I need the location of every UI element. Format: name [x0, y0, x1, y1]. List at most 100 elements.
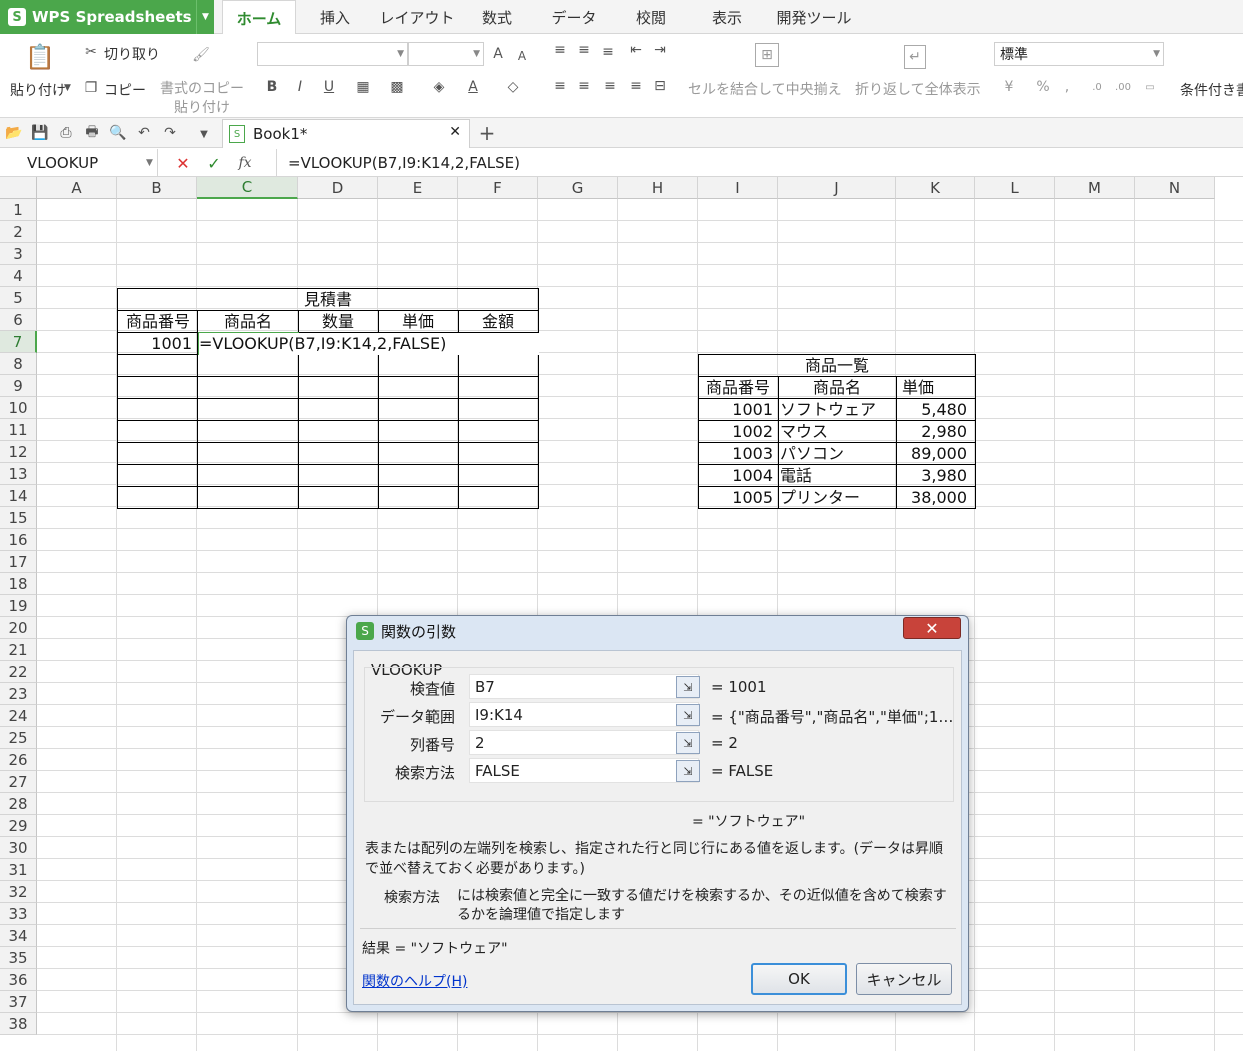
row-header-28[interactable]: 28: [0, 793, 37, 815]
row-header-38[interactable]: 38: [0, 1013, 37, 1035]
row-header-30[interactable]: 30: [0, 837, 37, 859]
column-header-a[interactable]: A: [37, 177, 117, 199]
column-header-e[interactable]: E: [378, 177, 458, 199]
font-color-icon[interactable]: A: [464, 77, 482, 97]
row-header-34[interactable]: 34: [0, 925, 37, 947]
tab-developer[interactable]: 開発ツール: [770, 0, 858, 34]
decrease-font-icon[interactable]: A: [514, 46, 530, 66]
export-pdf-icon[interactable]: ⎙: [58, 125, 74, 141]
catalog-cell-id[interactable]: 1004: [699, 465, 773, 487]
app-menu-button[interactable]: S WPS Spreadsheets ▼: [0, 0, 214, 34]
row-header-3[interactable]: 3: [0, 243, 37, 265]
row-header-5[interactable]: 5: [0, 287, 37, 309]
tab-layout[interactable]: レイアウト: [375, 0, 459, 34]
tab-formulas[interactable]: 数式: [470, 0, 524, 34]
indent-increase-icon[interactable]: ⇥: [652, 42, 668, 58]
percent-icon[interactable]: %: [1034, 78, 1052, 96]
currency-icon[interactable]: ¥: [1000, 78, 1018, 96]
catalog-cell-price[interactable]: 38,000: [897, 487, 967, 509]
dialog-titlebar[interactable]: S 関数の引数: [347, 616, 968, 646]
chevron-down-icon[interactable]: ▼: [146, 158, 153, 168]
open-icon[interactable]: 📂: [5, 125, 22, 141]
quote-header-name[interactable]: 商品名: [198, 311, 298, 333]
italic-icon[interactable]: I: [291, 77, 309, 97]
redo-icon[interactable]: ↷: [162, 125, 178, 141]
column-header-k[interactable]: K: [896, 177, 975, 199]
row-header-14[interactable]: 14: [0, 485, 37, 507]
range-picker-icon[interactable]: ⇲: [676, 732, 700, 754]
ok-button[interactable]: OK: [751, 963, 847, 995]
range-picker-icon[interactable]: ⇲: [676, 760, 700, 782]
row-header-35[interactable]: 35: [0, 947, 37, 969]
row-header-31[interactable]: 31: [0, 859, 37, 881]
copy-button[interactable]: コピー: [104, 80, 146, 100]
catalog-cell-name[interactable]: 電話: [780, 465, 896, 487]
catalog-header-name[interactable]: 商品名: [778, 377, 896, 399]
row-header-37[interactable]: 37: [0, 991, 37, 1013]
row-header-17[interactable]: 17: [0, 551, 37, 573]
quote-header-id[interactable]: 商品番号: [118, 311, 198, 333]
bold-icon[interactable]: B: [263, 77, 281, 97]
arg-input-table-array[interactable]: I9:K14: [469, 702, 699, 727]
font-name-combo[interactable]: ▼: [257, 42, 408, 66]
catalog-cell-name[interactable]: マウス: [780, 421, 896, 443]
formula-input[interactable]: =VLOOKUP(B7,I9:K14,2,FALSE): [276, 149, 1243, 176]
catalog-header-id[interactable]: 商品番号: [699, 377, 777, 399]
align-left-icon[interactable]: ≡: [552, 78, 568, 94]
row-header-27[interactable]: 27: [0, 771, 37, 793]
row-header-15[interactable]: 15: [0, 507, 37, 529]
align-right-icon[interactable]: ≡: [602, 78, 618, 94]
catalog-title[interactable]: 商品一覧: [699, 355, 975, 377]
align-center-icon[interactable]: ≡: [576, 78, 592, 94]
paste-button[interactable]: 貼り付け: [10, 80, 66, 100]
comma-icon[interactable]: ,: [1060, 78, 1074, 96]
catalog-cell-id[interactable]: 1002: [699, 421, 773, 443]
catalog-cell-name[interactable]: ソフトウェア: [780, 399, 896, 421]
row-header-12[interactable]: 12: [0, 441, 37, 463]
column-header-g[interactable]: G: [538, 177, 618, 199]
row-header-21[interactable]: 21: [0, 639, 37, 661]
tab-view[interactable]: 表示: [700, 0, 754, 34]
arg-input-col-index[interactable]: 2: [469, 730, 699, 755]
column-header-n[interactable]: N: [1135, 177, 1215, 199]
decrease-decimal-icon[interactable]: .00: [1114, 78, 1132, 96]
catalog-cell-price[interactable]: 2,980: [897, 421, 967, 443]
column-header-l[interactable]: L: [975, 177, 1055, 199]
catalog-cell-price[interactable]: 5,480: [897, 399, 967, 421]
catalog-cell-id[interactable]: 1005: [699, 487, 773, 509]
cut-button[interactable]: 切り取り: [104, 44, 160, 64]
fill-color-icon[interactable]: ◈: [430, 77, 448, 97]
row-header-16[interactable]: 16: [0, 529, 37, 551]
row-header-8[interactable]: 8: [0, 353, 37, 375]
name-box[interactable]: VLOOKUP ▼: [0, 149, 158, 176]
catalog-cell-id[interactable]: 1001: [699, 399, 773, 421]
row-header-25[interactable]: 25: [0, 727, 37, 749]
row-header-6[interactable]: 6: [0, 309, 37, 331]
row-header-23[interactable]: 23: [0, 683, 37, 705]
catalog-cell-price[interactable]: 3,980: [897, 465, 967, 487]
row-header-2[interactable]: 2: [0, 221, 37, 243]
chevron-down-icon[interactable]: ▼: [64, 83, 71, 93]
tab-insert[interactable]: 挿入: [304, 0, 366, 34]
confirm-icon[interactable]: ✓: [205, 153, 223, 173]
align-bottom-icon[interactable]: ≡: [600, 44, 616, 60]
arg-input-lookup-value[interactable]: B7: [469, 674, 699, 699]
column-header-f[interactable]: F: [458, 177, 538, 199]
catalog-cell-name[interactable]: プリンター: [780, 487, 896, 509]
column-header-m[interactable]: M: [1055, 177, 1135, 199]
function-help-link[interactable]: 関数のヘルプ(H): [362, 971, 467, 991]
scissors-icon[interactable]: ✂: [82, 43, 100, 61]
row-header-29[interactable]: 29: [0, 815, 37, 837]
print-icon[interactable]: 🖶: [84, 124, 100, 141]
clear-format-icon[interactable]: ◇: [504, 77, 522, 97]
number-format-combo[interactable]: 標準 ▼: [994, 42, 1164, 66]
select-all-corner[interactable]: [0, 177, 37, 199]
row-header-1[interactable]: 1: [0, 199, 37, 221]
row-header-11[interactable]: 11: [0, 419, 37, 441]
format-copy-label[interactable]: 書式のコピー: [160, 78, 244, 98]
insert-function-icon[interactable]: fx: [234, 153, 256, 173]
row-header-32[interactable]: 32: [0, 881, 37, 903]
align-middle-icon[interactable]: ≡: [576, 42, 592, 58]
document-tab[interactable]: S Book1* ✕: [222, 119, 470, 148]
indent-decrease-icon[interactable]: ⇤: [628, 42, 644, 58]
